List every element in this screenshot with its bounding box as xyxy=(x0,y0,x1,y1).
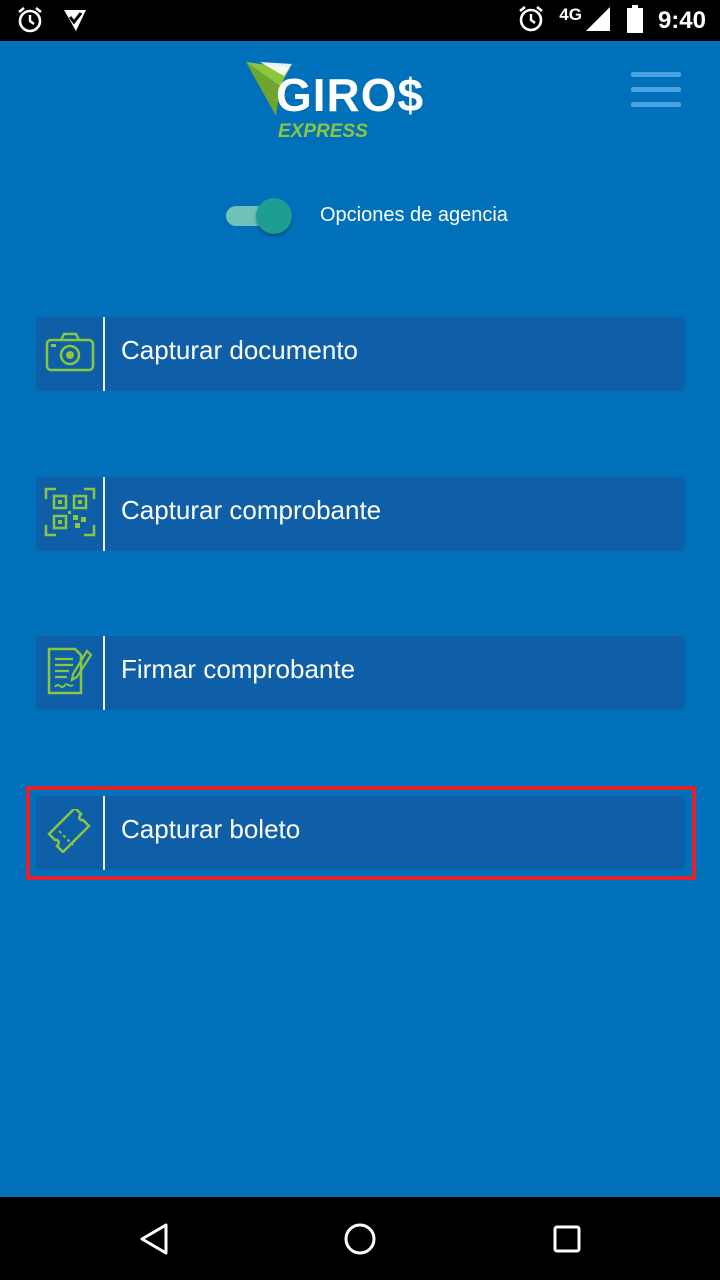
clock: 9:40 xyxy=(657,7,706,34)
agency-options-toggle-row: Opciones de agencia xyxy=(224,196,508,236)
qr-scan-icon xyxy=(44,487,96,541)
status-bar: 4G 9:40 xyxy=(0,0,720,41)
signal-icon xyxy=(584,5,612,37)
giros-express-logo: GIRO$ EXPRESS xyxy=(240,58,450,148)
menu-divider xyxy=(103,317,105,391)
menu-item-label: Capturar documento xyxy=(121,335,359,365)
back-icon[interactable] xyxy=(130,1215,178,1263)
menu-divider xyxy=(103,636,105,710)
selection-highlight xyxy=(26,786,696,880)
navigation-bar xyxy=(0,1197,720,1280)
logo-sub-text: EXPRESS xyxy=(278,121,368,142)
menu-item-label: Firmar comprobante xyxy=(121,654,356,684)
logo-main-text: GIRO$ xyxy=(276,69,425,121)
agency-options-toggle[interactable] xyxy=(224,196,292,236)
screen: 4G 9:40 GIRO$ EXPRESS Opciones de agenci… xyxy=(0,0,720,1280)
sign-receipt-button[interactable]: Firmar comprobante xyxy=(36,636,685,710)
alarm-icon xyxy=(517,5,545,37)
home-icon[interactable] xyxy=(336,1215,384,1263)
capture-document-button[interactable]: Capturar documento xyxy=(36,317,685,391)
menu-item-label: Capturar comprobante xyxy=(121,495,382,525)
hamburger-icon[interactable] xyxy=(631,70,683,110)
network-type: 4G xyxy=(559,5,582,24)
store-icon xyxy=(62,7,88,37)
recents-icon[interactable] xyxy=(543,1215,591,1263)
battery-icon xyxy=(626,5,644,37)
sign-document-icon xyxy=(47,647,93,699)
alarm-icon xyxy=(16,6,44,38)
menu-divider xyxy=(103,477,105,551)
capture-receipt-button[interactable]: Capturar comprobante xyxy=(36,477,685,551)
camera-icon xyxy=(45,332,95,376)
agency-options-label: Opciones de agencia xyxy=(320,204,508,226)
